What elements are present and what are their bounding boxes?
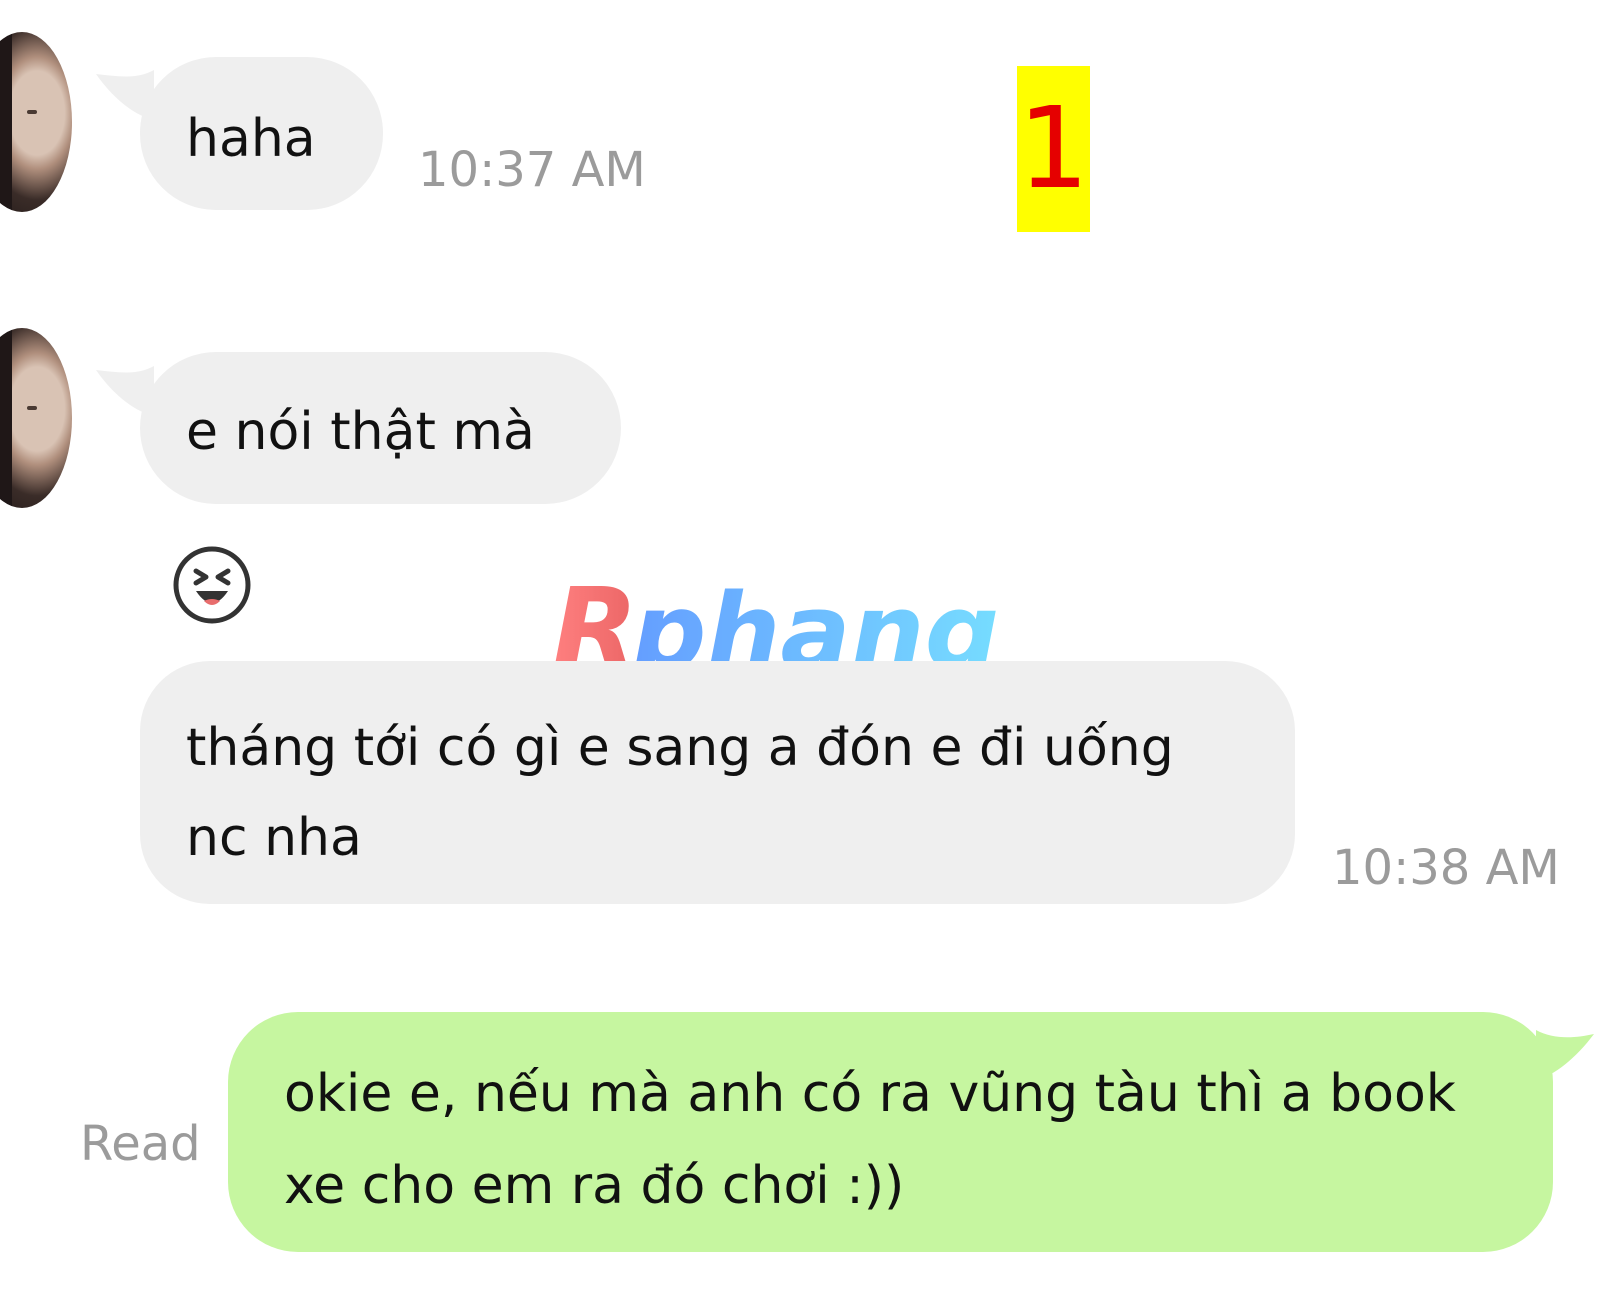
- incoming-message[interactable]: tháng tới có gì e sang a đón e đi uống n…: [140, 661, 1295, 904]
- bubble-tail: [1536, 1030, 1594, 1080]
- number-label-badge: 1: [1017, 66, 1090, 232]
- incoming-message[interactable]: haha: [140, 57, 383, 210]
- message-timestamp: 10:37 AM: [418, 142, 646, 198]
- avatar[interactable]: [0, 328, 72, 508]
- outgoing-message[interactable]: okie e, nếu mà anh có ra vũng tàu thì a …: [228, 1012, 1553, 1252]
- message-timestamp: 10:38 AM: [1332, 840, 1560, 896]
- read-status: Read: [80, 1116, 201, 1172]
- incoming-message[interactable]: e nói thật mà: [140, 352, 621, 504]
- laughing-face-icon[interactable]: [172, 545, 252, 625]
- avatar[interactable]: [0, 32, 72, 212]
